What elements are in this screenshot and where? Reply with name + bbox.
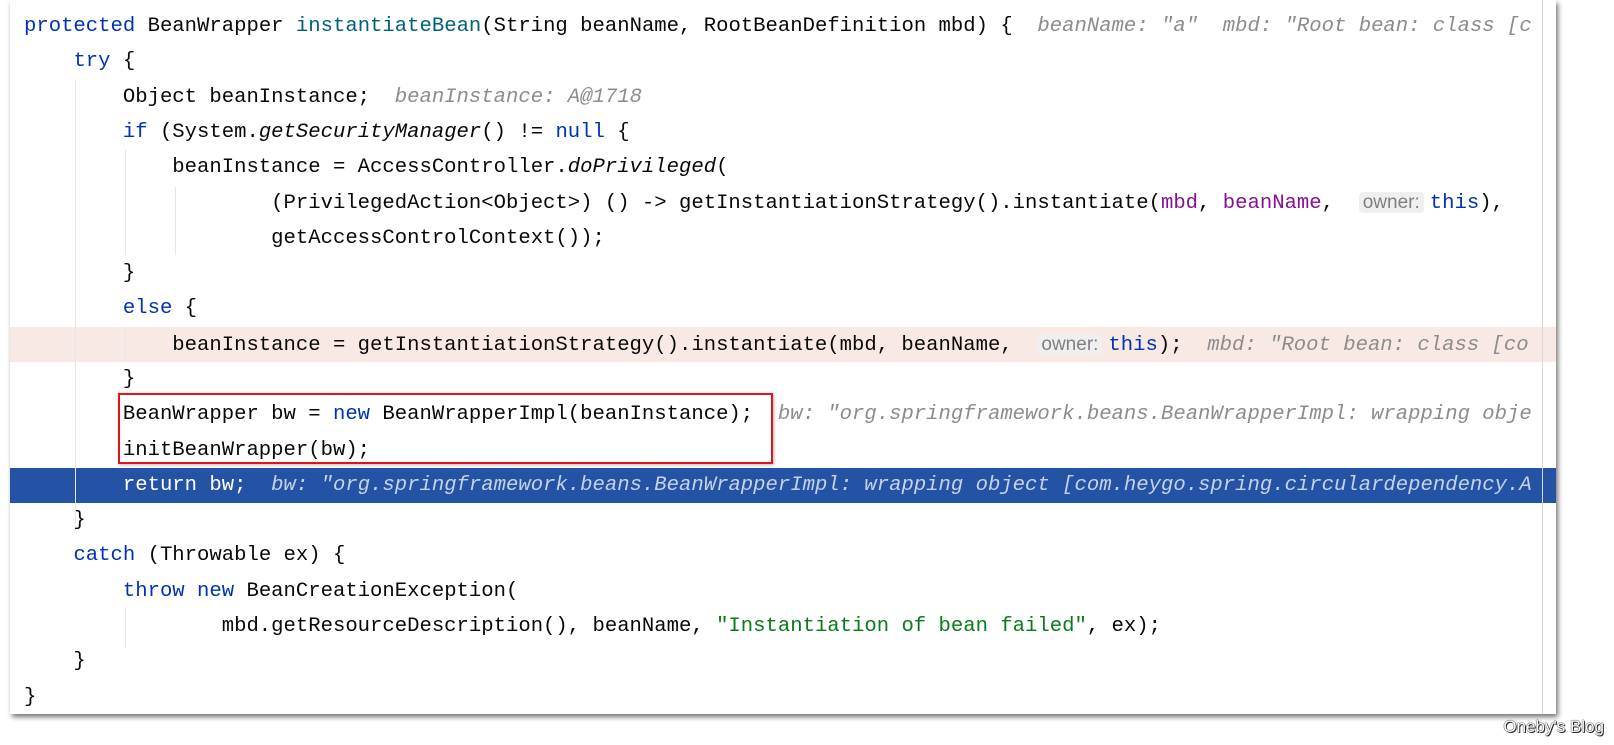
string-literal: "Instantiation of bean failed" [716,615,1087,639]
keyword: protected [24,15,148,38]
code-line[interactable]: (PrivilegedAction<Object>) () -> getInst… [10,185,1556,220]
code-line[interactable]: } [10,644,1556,679]
code-text: ); [1157,333,1183,357]
keyword: catch [73,544,136,568]
keyword: null [555,120,605,144]
code-line[interactable]: } [10,362,1556,397]
code-text: } [24,367,136,391]
code-text: () != [481,120,556,144]
code-text: } [24,262,136,286]
code-area[interactable]: protected BeanWrapper instantiateBean(St… [10,9,1556,714]
keyword: this [1108,333,1158,357]
keyword: this [1429,192,1480,216]
debug-inline-value: bw: "org.springframework.beans.BeanWrapp… [753,403,1532,427]
keyword: else [122,297,173,321]
code-text: , ex); [1086,615,1161,639]
code-line[interactable]: Object beanInstance; beanInstance: A@171… [10,80,1556,115]
code-line[interactable]: catch (Throwable ex) { [10,538,1556,573]
keyword: throw [122,579,185,603]
current-execution-line[interactable]: return bw; bw: "org.springframework.bean… [10,467,1556,504]
watermark: Oneby's Blog [1503,717,1604,736]
code-text: (System. [147,120,259,144]
code-text: , [1321,192,1359,216]
code-text: mbd.getResourceDescription(), beanName, [24,615,717,639]
parameter: beanName [1222,192,1322,216]
code-text: { [172,297,198,321]
code-line[interactable]: else { [10,291,1556,326]
code-text: BeanCreationException( [234,579,519,603]
code-line[interactable]: beanInstance = AccessController.doPrivil… [10,150,1556,185]
indent-guide [125,327,126,362]
parameter: mbd [1160,192,1199,216]
code-line[interactable]: try { [10,44,1556,79]
code-line[interactable]: getAccessControlContext()); [10,221,1556,256]
code-text: beanInstance = AccessController. [24,156,568,180]
method-name: instantiateBean [295,15,482,38]
code-text: ), [1479,192,1504,216]
keyword: if [122,120,148,144]
code-line[interactable]: } [10,680,1556,714]
code-text: , [1198,192,1223,216]
static-method: getSecurityManager [258,120,482,144]
code-text: } [24,509,86,533]
code-text: beanInstance = getInstantiationStrategy(… [24,333,1038,357]
highlight-box [118,393,773,464]
parameter-hint: owner: [1358,192,1424,214]
code-line[interactable]: throw new BeanCreationException( [10,574,1556,609]
code-line[interactable]: protected BeanWrapper instantiateBean(St… [10,9,1556,44]
code-line[interactable]: } [10,503,1556,538]
keyword: return [122,473,198,497]
code-text: bw; [197,473,247,497]
code-line[interactable]: if (System.getSecurityManager() != null … [10,115,1556,150]
code-text: } [24,685,37,709]
code-editor[interactable]: protected BeanWrapper instantiateBean(St… [10,0,1556,714]
parameter-hint: owner: [1037,333,1103,355]
indent-guide [125,150,126,255]
code-line[interactable]: } [10,256,1556,291]
code-text: { [110,50,136,74]
code-text: (String beanName, RootBeanDefinition mbd… [481,15,1013,38]
code-text: getAccessControlContext()); [24,226,605,250]
static-method: doPrivileged [567,156,717,180]
code-text: ( [716,156,729,180]
indent-guide [175,187,176,255]
keyword: new [197,579,235,603]
indent-guide [75,80,76,524]
executed-line[interactable]: beanInstance = getInstantiationStrategy(… [10,326,1556,362]
debug-inline-value: beanName: "a" mbd: "Root bean: class [c [1012,15,1532,38]
code-line[interactable]: mbd.getResourceDescription(), beanName, … [10,609,1556,644]
code-text: (Throwable ex) { [135,544,346,568]
debug-inline-value: bw: "org.springframework.beans.BeanWrapp… [246,473,1532,497]
keyword: try [73,50,111,74]
code-text: } [24,650,86,674]
debug-inline-value: beanInstance: A@1718 [370,85,642,109]
code-text: { [604,120,630,144]
debug-inline-value: mbd: "Root bean: class [co [1182,333,1529,357]
code-text: BeanWrapper [147,15,296,38]
code-text: (PrivilegedAction<Object>) () -> getInst… [24,192,1161,216]
right-margin-guide [1542,0,1543,714]
indent-guide [125,608,126,648]
